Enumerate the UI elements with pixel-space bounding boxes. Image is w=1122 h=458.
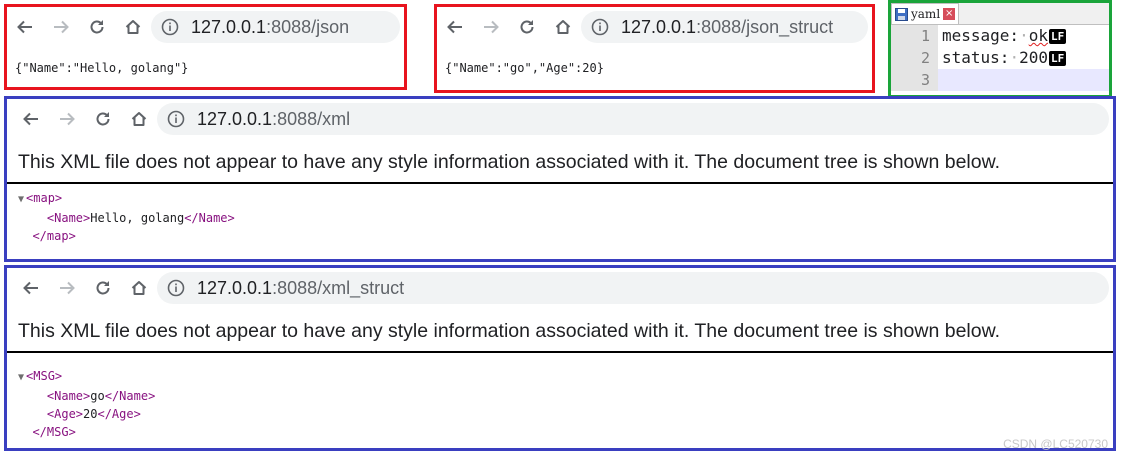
- eol-marker: LF: [1048, 51, 1067, 66]
- xml-open-tag: <Age>: [46, 407, 84, 421]
- json-browser-window: 127.0.0.1:8088/json {"Name":"Hello, gola…: [4, 4, 407, 90]
- xml-close-tag: </Age>: [97, 407, 141, 421]
- address-bar[interactable]: 127.0.0.1:8088/json: [151, 11, 400, 43]
- code-line-current: [938, 69, 1109, 91]
- code-line: status:·200 LF: [942, 48, 1067, 67]
- home-icon[interactable]: [115, 11, 151, 43]
- url-host: 127.0.0.1: [621, 16, 697, 37]
- url-path: :8088/json_struct: [696, 16, 834, 37]
- xml-text: Hello, golang: [90, 211, 185, 225]
- url-host: 127.0.0.1: [197, 108, 273, 129]
- reload-icon[interactable]: [79, 11, 115, 43]
- browser-toolbar: 127.0.0.1:8088/xml_struct: [7, 268, 1113, 308]
- xml-document-tree: ▼ <map> <Name>Hello, golang</Name> </map>: [7, 184, 1113, 245]
- xml-close-tag: </map>: [32, 229, 76, 243]
- json-response-text: {"Name":"go","Age":20}: [445, 61, 604, 75]
- forward-arrow-icon[interactable]: [473, 11, 509, 43]
- reload-icon[interactable]: [85, 272, 121, 304]
- site-info-icon[interactable]: [161, 18, 179, 36]
- url-path: :8088/xml_struct: [272, 277, 405, 298]
- xml-open-tag: <Name>: [46, 211, 91, 225]
- yaml-key: message:: [942, 26, 1020, 45]
- back-arrow-icon[interactable]: [13, 103, 49, 135]
- xml-style-notice: This XML file does not appear to have an…: [7, 139, 1113, 184]
- back-arrow-icon[interactable]: [437, 11, 473, 43]
- back-arrow-icon[interactable]: [7, 11, 43, 43]
- line-number-gutter: 1 2 3: [891, 25, 938, 91]
- site-info-icon[interactable]: [167, 110, 185, 128]
- collapse-toggle-icon[interactable]: ▼: [18, 194, 24, 205]
- xml-open-tag: <Name>: [46, 389, 91, 403]
- xml-text: go: [90, 389, 105, 403]
- save-icon: [895, 7, 908, 21]
- url-host: 127.0.0.1: [197, 277, 273, 298]
- reload-icon[interactable]: [85, 103, 121, 135]
- watermark: CSDN @LC520730: [1003, 437, 1108, 451]
- xml-open-tag: <map>: [26, 191, 63, 205]
- editor-tab-bar: yaml ×: [891, 3, 1109, 25]
- yaml-key: status:: [942, 48, 1010, 67]
- back-arrow-icon[interactable]: [13, 272, 49, 304]
- xml-style-notice: This XML file does not appear to have an…: [7, 308, 1113, 353]
- xml-text: 20: [83, 407, 98, 421]
- reload-icon[interactable]: [509, 11, 545, 43]
- eol-marker: LF: [1048, 29, 1067, 44]
- code-line: message:·ok LF: [942, 26, 1067, 45]
- json-struct-browser-window: 127.0.0.1:8088/json_struct {"Name":"go",…: [434, 4, 875, 93]
- xml-browser-window: 127.0.0.1:8088/xml This XML file does no…: [4, 96, 1116, 262]
- browser-toolbar: 127.0.0.1:8088/json: [7, 7, 404, 47]
- forward-arrow-icon[interactable]: [43, 11, 79, 43]
- home-icon[interactable]: [121, 272, 157, 304]
- collapse-toggle-icon[interactable]: ▼: [18, 372, 24, 383]
- xml-document-tree: ▼ <MSG> <Name>go</Name> <Age>20</Age> </M…: [7, 353, 1113, 441]
- url-host: 127.0.0.1: [191, 16, 267, 37]
- xml-close-tag: </Name>: [104, 389, 156, 403]
- address-bar[interactable]: 127.0.0.1:8088/json_struct: [581, 11, 868, 43]
- address-bar[interactable]: 127.0.0.1:8088/xml_struct: [157, 272, 1109, 304]
- editor-tab-yaml[interactable]: yaml ×: [891, 3, 960, 24]
- json-response-text: {"Name":"Hello, golang"}: [15, 61, 189, 75]
- site-info-icon[interactable]: [167, 279, 185, 297]
- xml-close-tag: </Name>: [184, 211, 235, 225]
- address-bar[interactable]: 127.0.0.1:8088/xml: [157, 103, 1109, 135]
- code-lines: message:·ok LF status:·200 LF: [938, 25, 1109, 91]
- editor-area[interactable]: 1 2 3 message:·ok LF status:·200 LF: [891, 25, 1109, 91]
- url-path: :8088/xml: [272, 108, 351, 129]
- home-icon[interactable]: [121, 103, 157, 135]
- yaml-editor-window: yaml × 1 2 3 message:·ok LF status:·200 LF: [888, 0, 1112, 98]
- forward-arrow-icon[interactable]: [49, 272, 85, 304]
- site-info-icon[interactable]: [591, 18, 609, 36]
- yaml-value: 200: [1019, 48, 1048, 67]
- line-number: 2: [920, 49, 930, 67]
- line-number: 3: [920, 71, 930, 89]
- browser-toolbar: 127.0.0.1:8088/xml: [7, 99, 1113, 139]
- url-path: :8088/json: [266, 16, 350, 37]
- close-icon[interactable]: ×: [943, 8, 956, 20]
- line-number: 1: [920, 27, 930, 45]
- yaml-value: ok: [1028, 26, 1048, 45]
- forward-arrow-icon[interactable]: [49, 103, 85, 135]
- xml-close-tag: </MSG>: [32, 425, 76, 439]
- home-icon[interactable]: [545, 11, 581, 43]
- xml-open-tag: <MSG>: [26, 369, 63, 383]
- xml-struct-browser-window: 127.0.0.1:8088/xml_struct This XML file …: [4, 265, 1116, 451]
- browser-toolbar: 127.0.0.1:8088/json_struct: [437, 7, 872, 47]
- tab-label: yaml: [911, 7, 941, 21]
